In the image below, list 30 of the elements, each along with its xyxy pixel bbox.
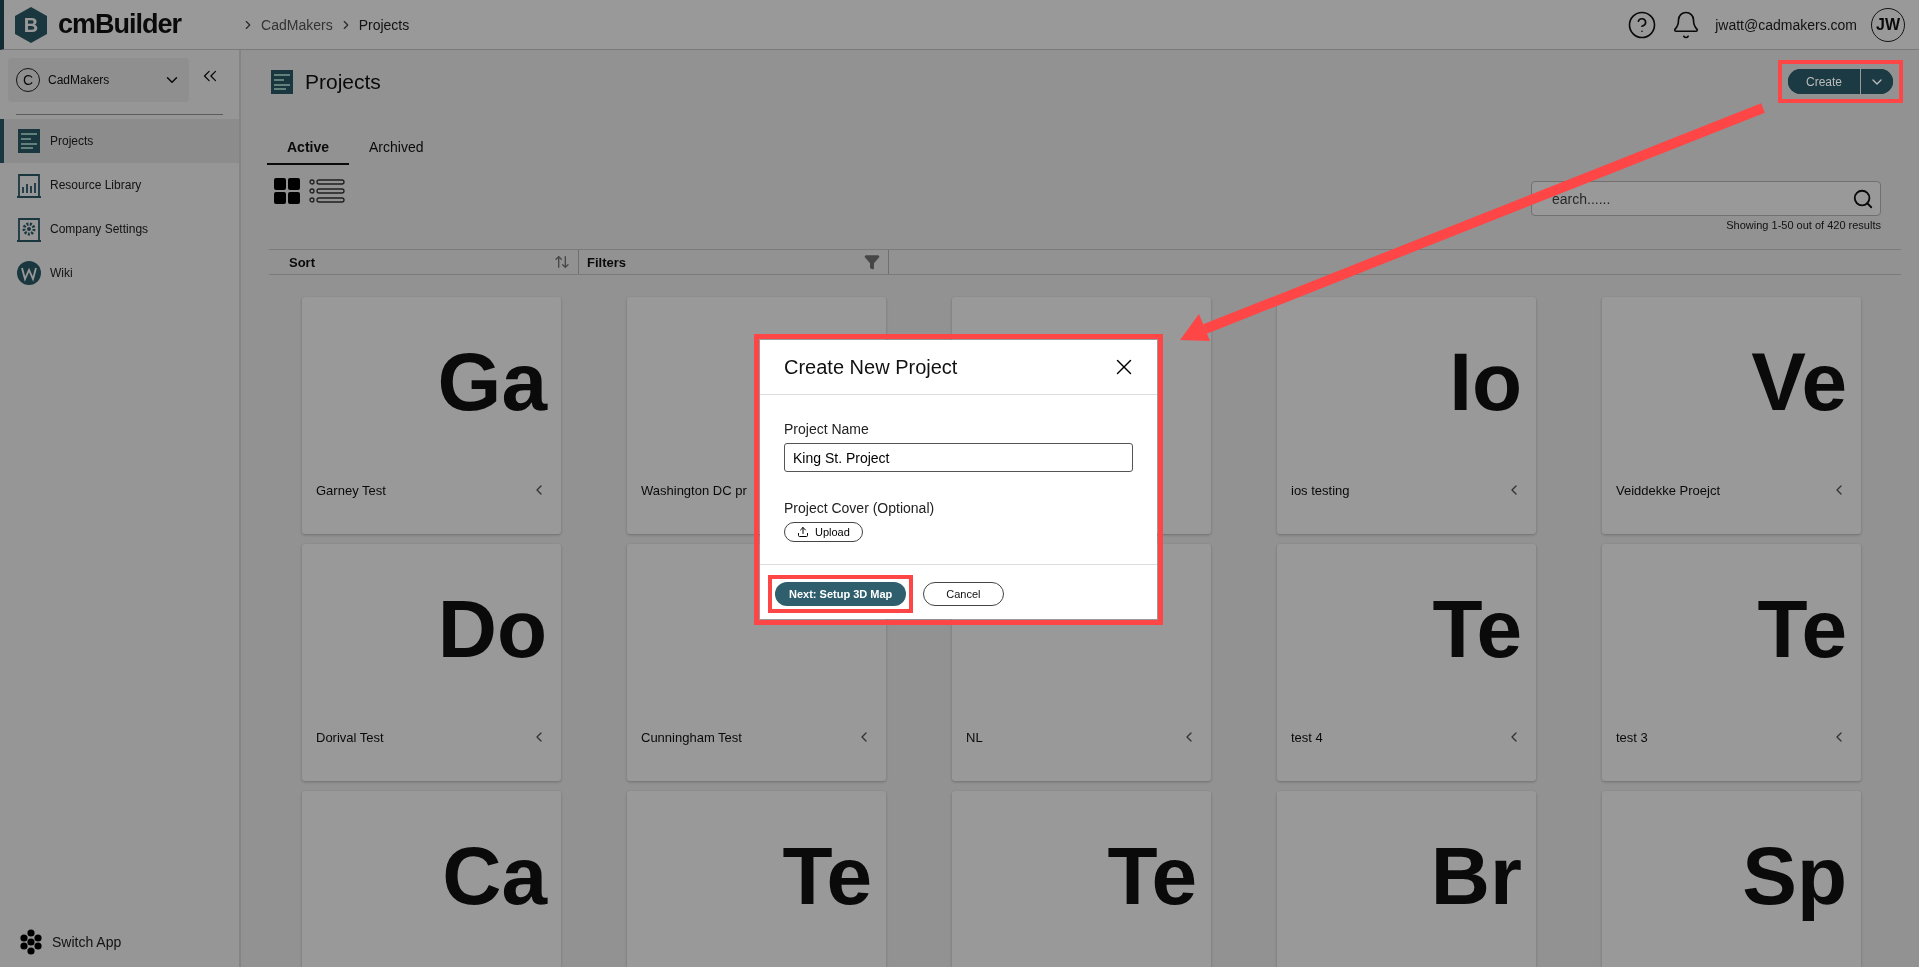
project-initials: Br [1430,835,1522,917]
project-name: Cunningham Test [641,729,742,745]
filters-label: Filters [587,254,626,270]
project-name: Veiddekke Proejct [1616,482,1721,498]
user-email: jwatt@cadmakers.com [1715,16,1857,33]
project-initials: Ve [1751,341,1847,423]
project-name: test 3 [1616,729,1648,745]
project-initials: Io [1449,341,1522,423]
project-name: ios testing [1291,482,1350,498]
project-initials: Ga [437,341,547,423]
results-count: Showing 1-50 out of 420 results [1726,219,1881,231]
field-label: Project Cover (Optional) [784,500,936,516]
sort-label: Sort [289,254,315,270]
project-name: NL [966,729,983,745]
project-name: Garney Test [316,482,386,498]
project-name: Dorival Test [316,729,384,745]
project-name: test 4 [1291,729,1323,745]
logo-icon: B [14,5,48,44]
page-title: Projects [305,69,381,94]
project-initials: Te [1432,588,1522,670]
brand-name: cmBuilder [58,9,182,40]
project-initials: Do [437,588,547,670]
dialog-title: Create New Project [784,355,958,379]
project-initials: Ca [442,835,547,917]
field-label: Project Name [784,421,870,437]
project-initials: Te [1757,588,1847,670]
project-name: Washington DC pr [641,482,747,498]
project-initials: Te [782,835,872,917]
company-name: CadMakers [48,73,111,87]
project-initials: Te [1107,835,1197,917]
